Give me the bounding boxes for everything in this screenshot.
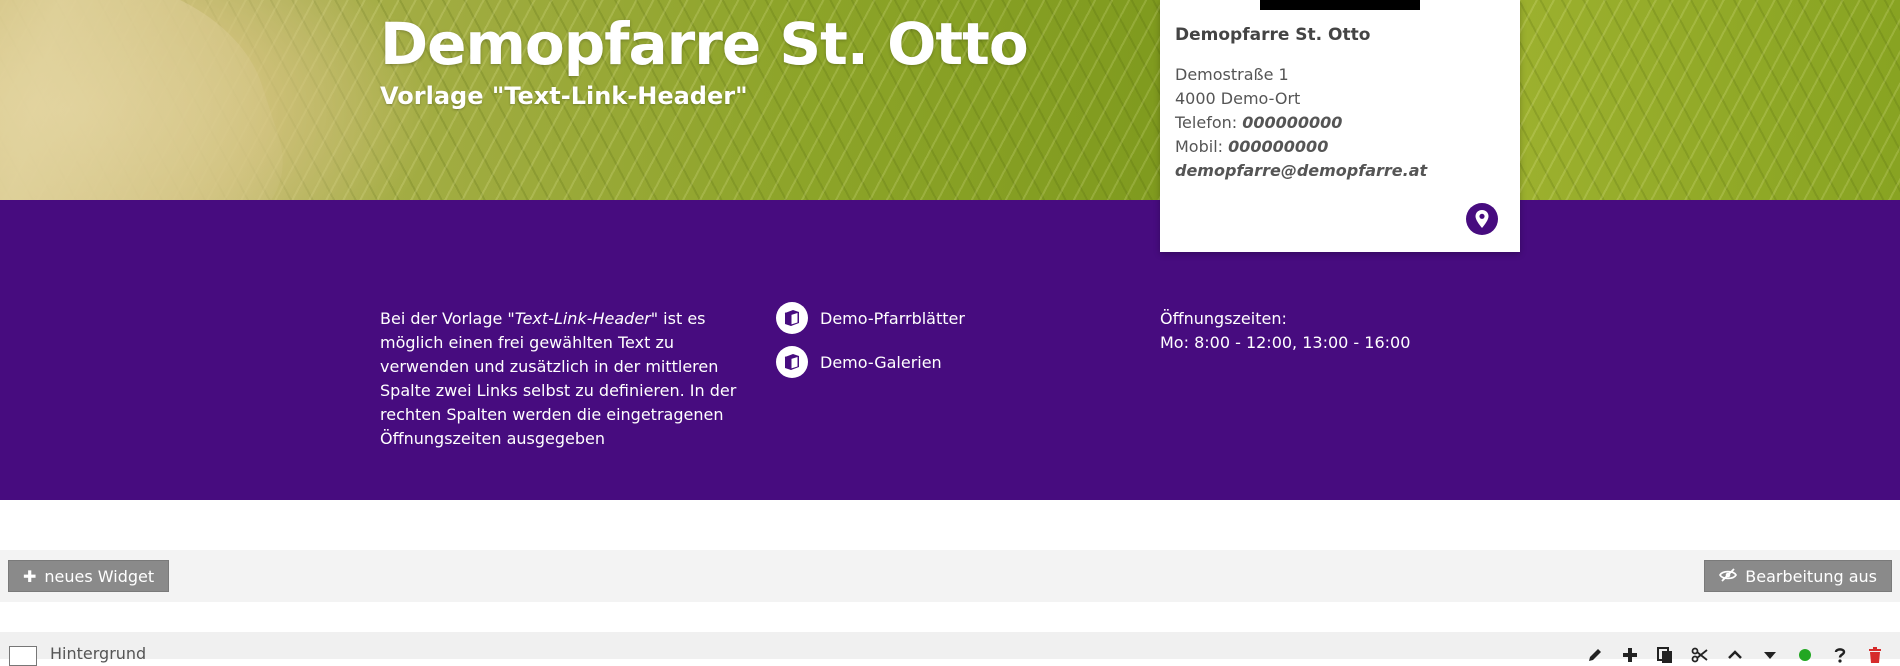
new-widget-button[interactable]: ✚ neues Widget [8, 560, 170, 592]
header-banner: Demopfarre St. Otto Vorlage "Text-Link-H… [0, 0, 1900, 200]
widget-tools [1571, 644, 1886, 666]
link-demo-pfarrblaetter[interactable]: Demo-Pfarrblätter [776, 302, 965, 334]
edit-off-label: Bearbeitung aus [1745, 566, 1877, 586]
intro-text-after: " ist es möglich einen frei gewählten Te… [380, 309, 737, 448]
contact-details: Demostraße 1 4000 Demo-Ort Telefon: 0000… [1175, 63, 1427, 183]
widget-bar: Hintergrund [0, 632, 1900, 666]
site-subtitle: Vorlage "Text-Link-Header" [380, 82, 748, 110]
chevron-up-icon[interactable] [1724, 644, 1746, 666]
mobile-value: 000000000 [1228, 137, 1329, 156]
opening-hours-text: Mo: 8:00 - 12:00, 13:00 - 16:00 [1160, 333, 1411, 352]
caret-down-icon[interactable] [1759, 644, 1781, 666]
copy-icon[interactable] [1654, 644, 1676, 666]
pencil-icon[interactable] [1584, 644, 1606, 666]
opening-hours-title: Öffnungszeiten: [1160, 309, 1287, 328]
new-widget-label: neues Widget [44, 566, 155, 586]
box-icon [776, 346, 808, 378]
contact-mobile-row: Mobil: 000000000 [1175, 135, 1427, 159]
widget-label: Hintergrund [50, 644, 147, 663]
card-top-bar [1260, 0, 1420, 10]
site-title: Demopfarre St. Otto [380, 10, 1029, 78]
contact-city: 4000 Demo-Ort [1175, 89, 1301, 108]
phone-value: 000000000 [1242, 113, 1343, 132]
contact-phone-row: Telefon: 000000000 [1175, 111, 1427, 135]
box-icon [776, 302, 808, 334]
intro-text-emphasis: Text-Link-Header [514, 309, 651, 328]
link-demo-galerien[interactable]: Demo-Galerien [776, 346, 942, 378]
map-pin-icon[interactable] [1466, 203, 1498, 235]
contact-email-link[interactable]: demopfarre@demopfarre.at [1175, 159, 1427, 183]
eye-slash-icon [1719, 567, 1738, 586]
plus-icon[interactable] [1619, 644, 1641, 666]
scissors-icon[interactable] [1689, 644, 1711, 666]
status-dot-icon[interactable] [1794, 644, 1816, 666]
mobile-label: Mobil: [1175, 137, 1224, 156]
plus-icon: ✚ [23, 566, 37, 586]
banner-path-decoration [0, 0, 313, 200]
intro-text: Bei der Vorlage "Text-Link-Header" ist e… [380, 307, 750, 451]
help-icon[interactable] [1829, 644, 1851, 666]
link-label: Demo-Pfarrblätter [820, 308, 965, 328]
phone-label: Telefon: [1175, 113, 1238, 132]
intro-text-before: Bei der Vorlage " [380, 309, 515, 328]
contact-card: Demopfarre St. Otto Demostraße 1 4000 De… [1160, 0, 1520, 252]
edit-toolbar: ✚ neues Widget Bearbeitung aus [0, 550, 1900, 602]
opening-hours: Öffnungszeiten: Mo: 8:00 - 12:00, 13:00 … [1160, 307, 1410, 355]
contact-street: Demostraße 1 [1175, 65, 1289, 84]
widget-select-checkbox[interactable] [9, 646, 37, 666]
edit-off-button[interactable]: Bearbeitung aus [1704, 560, 1892, 592]
header-info-section [0, 200, 1900, 500]
link-label: Demo-Galerien [820, 352, 942, 372]
trash-icon[interactable] [1864, 644, 1886, 666]
contact-name: Demopfarre St. Otto [1175, 25, 1371, 45]
